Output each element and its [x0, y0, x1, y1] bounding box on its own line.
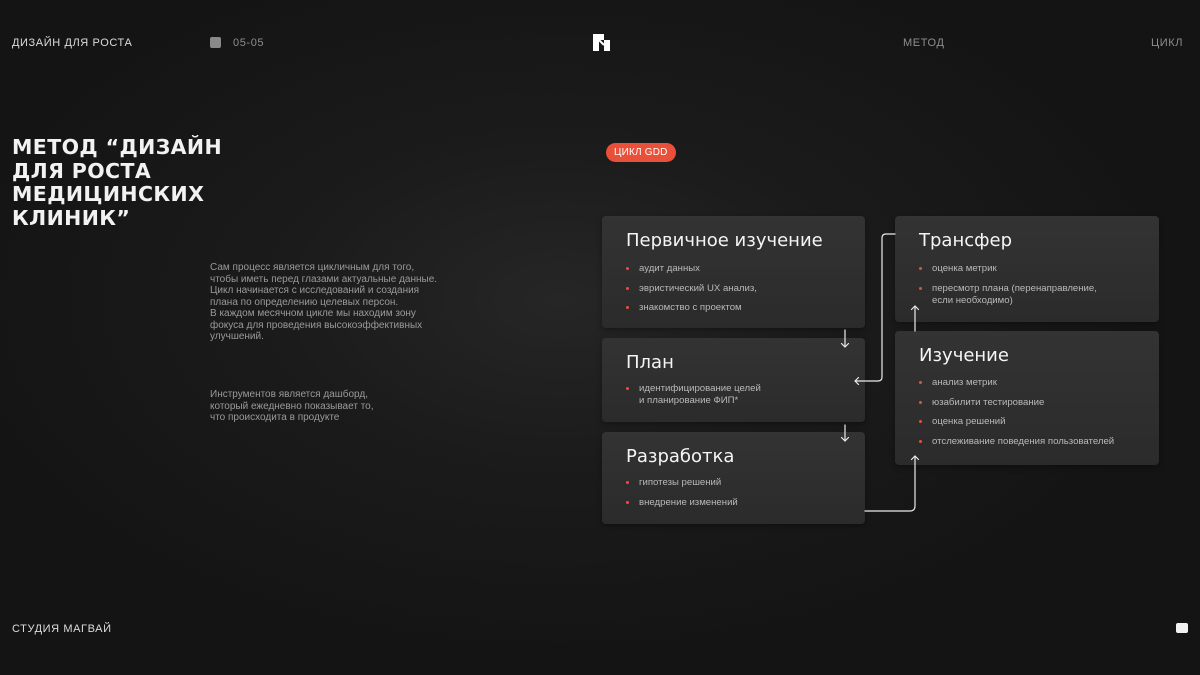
- page-number: 05-05: [233, 37, 265, 49]
- list-item: эвристический UX анализ,: [626, 283, 757, 295]
- bullet-icon: [626, 387, 629, 390]
- bullet-icon: [626, 306, 629, 309]
- description-paragraph-1: Сам процесс является цикличным для того,…: [210, 262, 438, 342]
- bullet-icon: [626, 481, 629, 484]
- card-research: Изучение анализ метрик юзабилити тестиро…: [895, 331, 1159, 465]
- card-transfer: Трансфер оценка метрик пересмотр плана (…: [895, 216, 1159, 322]
- card-title: Изучение: [919, 345, 1009, 366]
- list-item: идентифицирование целей и планирование Ф…: [626, 383, 761, 407]
- cycle-badge: ЦИКЛ GDD: [606, 143, 676, 162]
- card-title: Первичное изучение: [626, 230, 823, 251]
- bullet-icon: [919, 381, 922, 384]
- list-item: оценка метрик: [919, 263, 1097, 275]
- studio-label: СТУДИЯ МАГВАЙ: [12, 623, 112, 635]
- list-item: анализ метрик: [919, 377, 1114, 389]
- card-title: Разработка: [626, 446, 735, 467]
- corner-square-icon[interactable]: [1176, 623, 1188, 633]
- list-item: пересмотр плана (перенаправление, если н…: [919, 283, 1097, 307]
- nav-cycle[interactable]: ЦИКЛ: [1151, 37, 1183, 49]
- list-item: знакомство с проектом: [626, 302, 757, 314]
- card-title: План: [626, 352, 674, 373]
- card-primary-research: Первичное изучение аудит данных эвристич…: [602, 216, 865, 328]
- page-title: МЕТОД “ДИЗАЙН ДЛЯ РОСТА МЕДИЦИНСКИХ КЛИН…: [12, 135, 223, 230]
- list-item: юзабилити тестирование: [919, 397, 1114, 409]
- nav-method[interactable]: МЕТОД: [903, 37, 945, 49]
- bullet-icon: [919, 286, 922, 290]
- bullet-icon: [626, 500, 629, 504]
- bullet-icon: [919, 267, 922, 270]
- list-item: гипотезы решений: [626, 477, 738, 489]
- bullet-icon: [919, 439, 922, 443]
- bullet-icon: [626, 267, 629, 270]
- list-item: внедрение изменений: [626, 497, 738, 509]
- list-item: оценка решений: [919, 416, 1114, 428]
- bullet-icon: [626, 286, 629, 290]
- list-item: аудит данных: [626, 263, 757, 275]
- bullet-icon: [919, 420, 922, 423]
- list-item: отслеживание поведения пользователей: [919, 436, 1114, 448]
- card-plan: План идентифицирование целей и планирова…: [602, 338, 865, 422]
- card-development: Разработка гипотезы решений внедрение из…: [602, 432, 865, 524]
- brand-label: ДИЗАЙН ДЛЯ РОСТА: [12, 37, 133, 49]
- card-title: Трансфер: [919, 230, 1013, 251]
- page-indicator-icon: [210, 37, 221, 48]
- description-paragraph-2: Инструментов является дашборд, который е…: [210, 389, 374, 423]
- studio-logo-icon[interactable]: [593, 34, 610, 51]
- bullet-icon: [919, 400, 922, 404]
